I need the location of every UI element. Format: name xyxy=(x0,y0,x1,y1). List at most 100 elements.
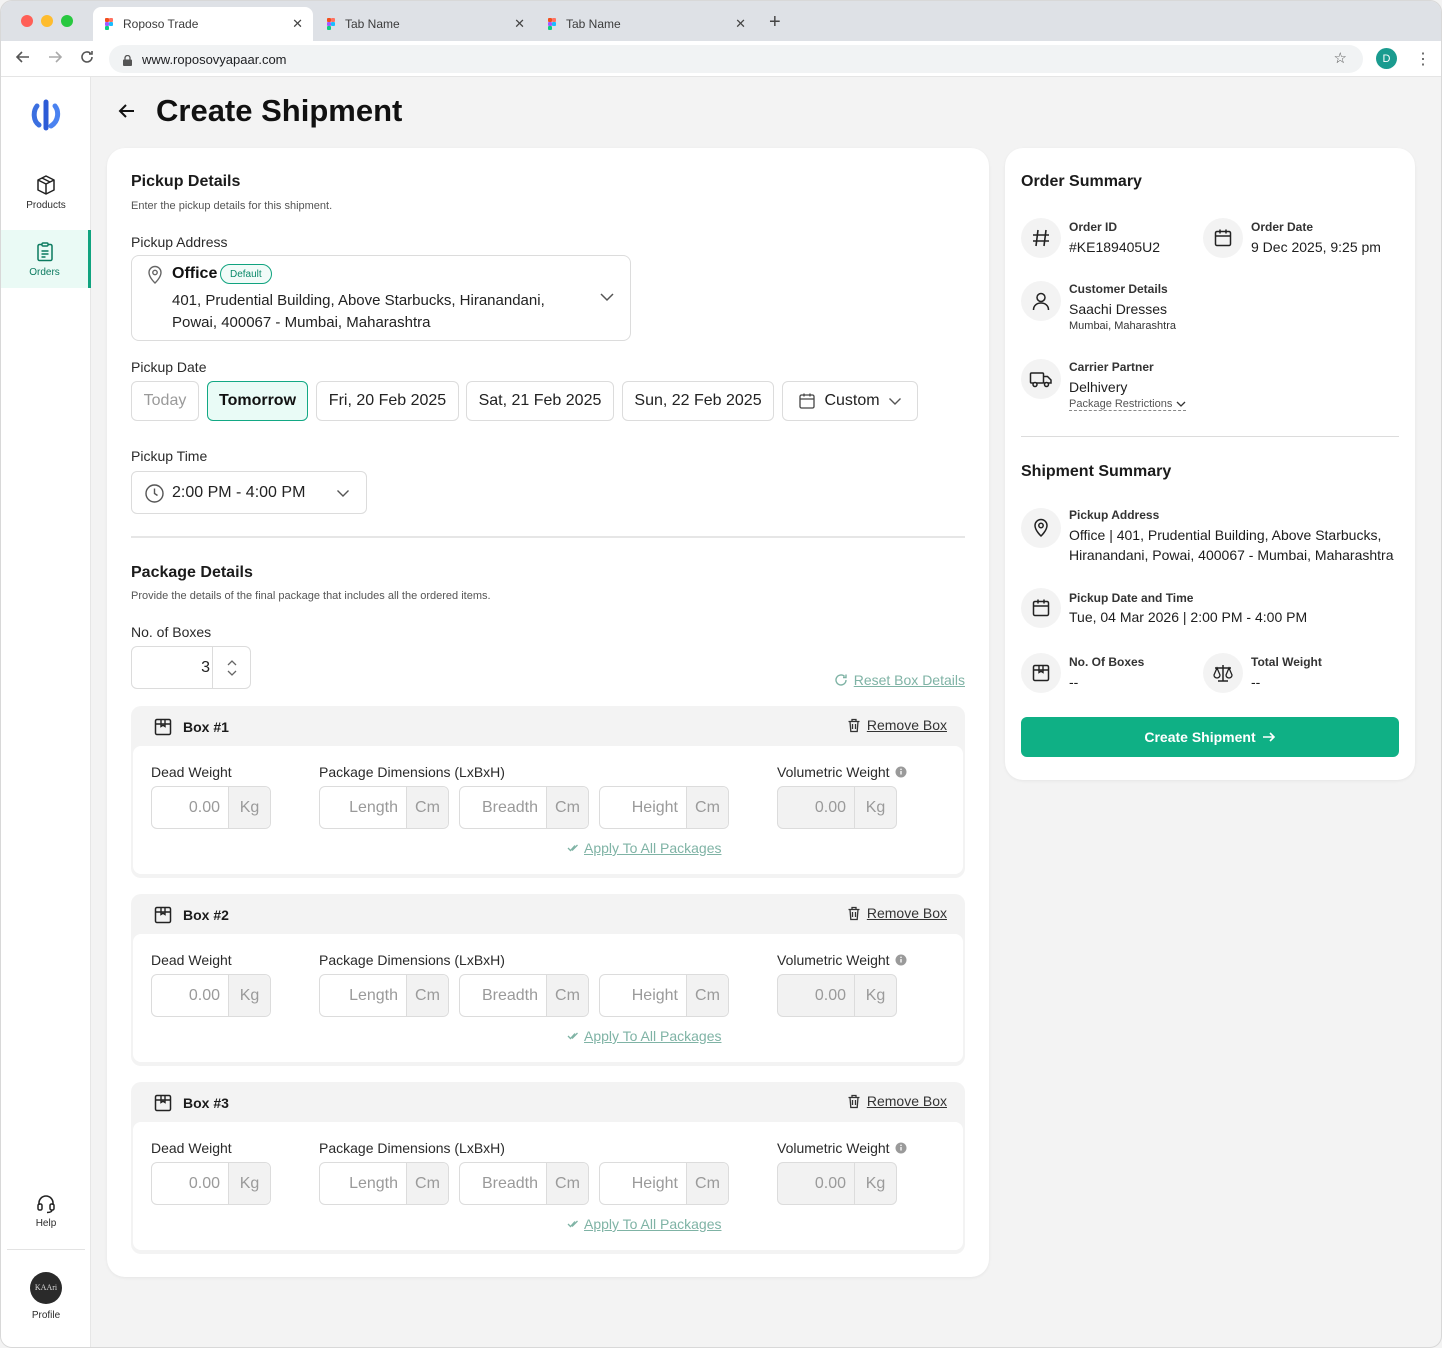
address-bar[interactable]: www.roposovyapaar.com ☆ xyxy=(109,45,1363,73)
dead-weight-input[interactable]: 0.00 Kg xyxy=(151,974,271,1017)
order-date-value: 9 Dec 2025, 9:25 pm xyxy=(1251,239,1381,255)
remove-box-button[interactable]: Remove Box xyxy=(847,1093,947,1109)
forward-nav-icon[interactable] xyxy=(47,49,63,70)
browser-menu-icon[interactable]: ⋮ xyxy=(1415,49,1431,69)
breadth-input[interactable]: Breadth Cm xyxy=(459,786,589,829)
length-input[interactable]: Length Cm xyxy=(319,1162,449,1205)
address-name: Office xyxy=(172,265,218,282)
field-text: Length xyxy=(349,798,398,816)
back-arrow-icon[interactable] xyxy=(117,101,137,121)
volumetric-weight-label: Volumetric Weight xyxy=(777,764,907,780)
height-input[interactable]: Height Cm xyxy=(599,974,729,1017)
customer-name: Saachi Dresses xyxy=(1069,301,1168,317)
lock-icon xyxy=(123,54,132,66)
truck-icon xyxy=(1021,359,1061,399)
bookmark-star-icon[interactable]: ☆ xyxy=(1334,49,1347,67)
pickup-address-select[interactable]: Office Default 401, Prudential Building,… xyxy=(131,255,631,341)
maximize-window-button[interactable] xyxy=(61,15,73,27)
location-pin-icon xyxy=(1021,508,1061,548)
close-tab-icon[interactable]: ✕ xyxy=(292,16,303,32)
apply-to-all-link[interactable]: Apply To All Packages xyxy=(567,1216,722,1232)
calendar-icon xyxy=(1021,588,1061,628)
field-text: Kg xyxy=(854,787,896,828)
breadth-input[interactable]: Breadth Cm xyxy=(459,1162,589,1205)
field-text: Volumetric Weight xyxy=(777,952,890,968)
field-text: Apply To All Packages xyxy=(584,1028,722,1044)
sidebar-item-help[interactable]: Help xyxy=(1,1181,91,1239)
browser-tab-roposo[interactable]: Roposo Trade ✕ xyxy=(93,7,313,41)
field-text: Volumetric Weight xyxy=(777,1140,890,1156)
chevron-down-icon[interactable] xyxy=(227,670,237,676)
dead-weight-input[interactable]: 0.00 Kg xyxy=(151,1162,271,1205)
close-tab-icon[interactable]: ✕ xyxy=(735,16,746,32)
custom-date-label: Custom xyxy=(824,392,880,409)
field-text: Package Dimensions (LxBxH) xyxy=(319,764,505,780)
sidebar-item-profile[interactable]: KAAri Profile xyxy=(1,1263,91,1329)
remove-box-label: Remove Box xyxy=(866,717,947,733)
remove-box-button[interactable]: Remove Box xyxy=(847,717,947,733)
length-input[interactable]: Length Cm xyxy=(319,786,449,829)
box-fields: Dead Weight Package Dimensions (LxBxH) V… xyxy=(133,934,963,1062)
pickup-time-select[interactable]: 2:00 PM - 4:00 PM xyxy=(131,471,367,514)
create-shipment-label: Create Shipment xyxy=(1144,729,1256,745)
reload-icon[interactable] xyxy=(79,49,95,70)
sidebar-item-orders[interactable]: Orders xyxy=(1,230,91,288)
field-text: Kg xyxy=(854,1163,896,1204)
new-tab-button[interactable]: + xyxy=(769,11,781,34)
close-window-button[interactable] xyxy=(21,15,33,27)
reset-label: Reset Box Details xyxy=(853,672,965,688)
hash-icon xyxy=(1021,218,1061,258)
remove-box-button[interactable]: Remove Box xyxy=(847,905,947,921)
summary-divider xyxy=(1021,436,1399,437)
sidebar-item-products[interactable]: Products xyxy=(1,163,91,221)
boxes-count-stepper[interactable]: 3 xyxy=(131,646,251,689)
dead-weight-input[interactable]: 0.00 Kg xyxy=(151,786,271,829)
field-text: Height xyxy=(631,1174,678,1192)
info-icon[interactable] xyxy=(895,954,907,966)
date-option-tomorrow[interactable]: Tomorrow xyxy=(207,381,308,421)
reset-box-details-link[interactable]: Reset Box Details xyxy=(834,672,965,688)
browser-window: Roposo Trade ✕ Tab Name ✕ Tab Name ✕ + w… xyxy=(0,0,1442,1348)
apply-to-all-link[interactable]: Apply To All Packages xyxy=(567,840,722,856)
field-text: Apply To All Packages xyxy=(584,1216,722,1232)
browser-profile-avatar[interactable]: D xyxy=(1376,48,1397,69)
date-option-fri[interactable]: Fri, 20 Feb 2025 xyxy=(316,381,459,421)
minimize-window-button[interactable] xyxy=(41,15,53,27)
length-input[interactable]: Length Cm xyxy=(319,974,449,1017)
apply-to-all-link[interactable]: Apply To All Packages xyxy=(567,1028,722,1044)
remove-box-label: Remove Box xyxy=(866,905,947,921)
figma-icon xyxy=(105,18,113,30)
browser-tab-3[interactable]: Tab Name ✕ xyxy=(536,7,756,41)
height-input[interactable]: Height Cm xyxy=(599,786,729,829)
field-text: Kg xyxy=(228,1163,270,1204)
tab-label: Roposo Trade xyxy=(123,17,199,31)
date-option-sat[interactable]: Sat, 21 Feb 2025 xyxy=(466,381,614,421)
package-details-title: Package Details xyxy=(131,564,253,581)
tab-label: Tab Name xyxy=(345,17,400,31)
info-icon[interactable] xyxy=(895,766,907,778)
height-input[interactable]: Height Cm xyxy=(599,1162,729,1205)
field-text: Breadth xyxy=(481,1174,538,1192)
roposo-logo xyxy=(31,99,61,131)
date-option-custom[interactable]: Custom xyxy=(782,381,918,421)
field-text: 0.00 xyxy=(814,1174,846,1192)
pickup-address-label: Pickup Address xyxy=(131,234,228,250)
package-icon xyxy=(154,1094,172,1112)
field-text: Apply To All Packages xyxy=(584,840,722,856)
order-id-value: #KE189405U2 xyxy=(1069,239,1161,255)
date-option-sun[interactable]: Sun, 22 Feb 2025 xyxy=(622,381,774,421)
date-option-today[interactable]: Today xyxy=(131,381,199,421)
shipment-summary-title: Shipment Summary xyxy=(1021,463,1172,480)
create-shipment-button[interactable]: Create Shipment xyxy=(1021,717,1399,757)
back-nav-icon[interactable] xyxy=(15,49,31,70)
field-text: Cm xyxy=(406,1163,448,1204)
dead-weight-label: Dead Weight xyxy=(151,764,232,780)
close-tab-icon[interactable]: ✕ xyxy=(514,16,525,32)
package-restrictions-toggle[interactable]: Package Restrictions xyxy=(1069,398,1187,411)
breadth-input[interactable]: Breadth Cm xyxy=(459,974,589,1017)
field-text: Dead Weight xyxy=(151,764,232,780)
browser-tab-2[interactable]: Tab Name ✕ xyxy=(315,7,535,41)
info-icon[interactable] xyxy=(895,1142,907,1154)
chevron-up-icon[interactable] xyxy=(227,659,237,666)
volumetric-weight-display: 0.00 Kg xyxy=(777,1162,897,1205)
